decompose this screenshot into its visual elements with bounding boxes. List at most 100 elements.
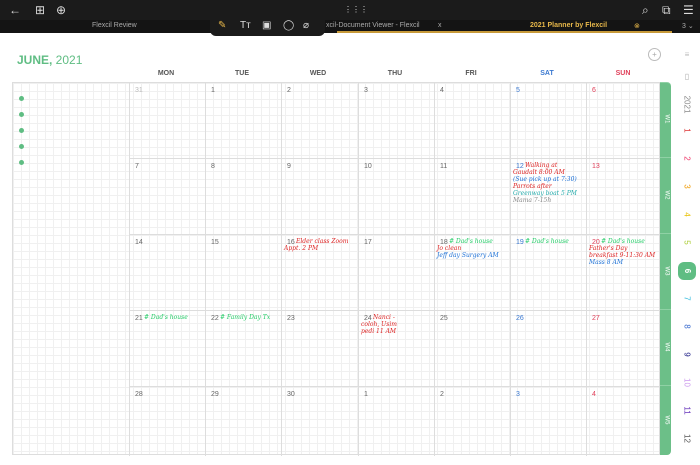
add-sticker-icon[interactable]: + (648, 48, 661, 61)
add-document-icon[interactable]: ⊕ (56, 3, 66, 17)
month-tab-10[interactable]: 10 (683, 374, 692, 392)
menu-icon[interactable]: ☰ (683, 3, 694, 17)
day-number: 25 (440, 315, 448, 322)
month-tab-9[interactable]: 9 (683, 346, 692, 364)
day-cell[interactable]: 12 Walking at Gaudalt 8:00 AM (Sue pick up … (510, 158, 586, 234)
day-number: 27 (592, 315, 600, 322)
day-cell[interactable]: 11 (434, 158, 510, 234)
day-cell[interactable]: 19 # Dad's house (510, 234, 586, 310)
day-cell[interactable]: 13 (586, 158, 661, 234)
lasso-icon[interactable]: ◯ (283, 20, 294, 31)
note-line: # Family Day Tx (220, 314, 271, 321)
tab-close-active-icon[interactable]: ⊗ (634, 22, 640, 30)
month-tab-8[interactable]: 8 (683, 318, 692, 336)
day-cell[interactable]: 8 (205, 158, 281, 234)
day-number: 11 (440, 163, 448, 170)
day-cell[interactable]: 3 (358, 83, 434, 158)
day-cell[interactable]: 16 Elder class Zoom Appt. 2 PM (281, 234, 358, 310)
note-line: Jo clean (437, 245, 462, 252)
day-cell[interactable]: 29 (205, 386, 281, 456)
day-number: 2 (287, 87, 291, 94)
bullet-dot (19, 96, 24, 101)
tab-count-dropdown[interactable]: 3 ⌄ (682, 22, 694, 30)
week-tab[interactable]: W5 (660, 385, 671, 455)
month-tab-7[interactable]: 7 (683, 290, 692, 308)
week-label: W1 (663, 114, 670, 124)
month-tab-2[interactable]: 2 (683, 150, 692, 168)
search-icon[interactable]: ⌕ (642, 3, 649, 18)
image-icon[interactable]: ▣ (262, 20, 271, 31)
day-cell[interactable]: 5 (510, 83, 586, 158)
month-tab-5[interactable]: 5 (683, 234, 692, 252)
split-view-icon[interactable]: ⧉ (662, 3, 671, 18)
handwritten-note[interactable]: Elder class Zoom Appt. 2 PM (284, 238, 348, 252)
month-tab-6[interactable]: 6 (678, 262, 696, 280)
month-tab-11[interactable]: 11 (683, 402, 692, 420)
page-icon[interactable]: ▯ (678, 72, 696, 81)
day-cell[interactable]: 1 (205, 83, 281, 158)
day-cell[interactable]: 31 (129, 83, 205, 158)
day-cell[interactable]: 27 (586, 310, 661, 386)
day-cell[interactable]: 2 (281, 83, 358, 158)
day-cell[interactable]: 21 # Dad's house (129, 310, 205, 386)
day-number: 21 (135, 315, 143, 322)
day-cell[interactable]: 26 (510, 310, 586, 386)
tab-close-icon[interactable]: x (438, 22, 442, 29)
day-cell[interactable]: 4 (434, 83, 510, 158)
month-tab-12[interactable]: 12 (683, 430, 692, 448)
eraser-icon[interactable]: ⌀ (303, 20, 309, 31)
week-tab[interactable]: W2 (660, 157, 671, 233)
day-cell[interactable]: 1 (358, 386, 434, 456)
tab-2021-planner[interactable]: 2021 Planner by Flexcil (530, 22, 607, 29)
year-label[interactable]: 2021 (683, 96, 692, 114)
note-line: Parrots after (513, 183, 552, 190)
sidebar-menu-icon[interactable]: ≡ (678, 50, 696, 59)
handwritten-note[interactable]: # Family Day Tx (220, 314, 270, 321)
bullet-dot (19, 144, 24, 149)
day-cell[interactable]: 22 # Family Day Tx (205, 310, 281, 386)
grid-icon[interactable]: ⊞ (35, 3, 45, 17)
month-tab-4[interactable]: 4 (683, 206, 692, 224)
week-tab[interactable]: W3 (660, 233, 671, 309)
month-tab-3[interactable]: 3 (683, 178, 692, 196)
bullet-dot (19, 112, 24, 117)
day-cell[interactable]: 4 (586, 386, 661, 456)
pen-icon[interactable]: ✎ (218, 20, 226, 31)
day-cell[interactable]: 7 (129, 158, 205, 234)
day-cell[interactable]: 14 (129, 234, 205, 310)
month-tab-1[interactable]: 1 (683, 122, 692, 140)
day-cell[interactable]: 28 (129, 386, 205, 456)
text-tool-icon[interactable]: Tт (240, 20, 251, 31)
tab-flexcil-review[interactable]: Flexcil Review (92, 22, 137, 29)
back-icon[interactable]: ← (9, 3, 21, 17)
week-tab[interactable]: W4 (660, 309, 671, 385)
day-cell[interactable]: 3 (510, 386, 586, 456)
note-line: Father's Day (589, 245, 628, 252)
day-cell[interactable]: 10 (358, 158, 434, 234)
note-line: Mama 7-15h (513, 197, 552, 204)
day-cell[interactable]: 2 (434, 386, 510, 456)
handwritten-note[interactable]: # Dad's house (144, 314, 188, 321)
tab-document-viewer[interactable]: xcil-Document Viewer - Flexcil (326, 22, 420, 29)
day-cell[interactable]: 23 (281, 310, 358, 386)
apps-icon[interactable]: ⋮⋮⋮ (344, 5, 368, 14)
handwritten-note[interactable]: Walking at Gaudalt 8:00 AM (Sue pick up at… (513, 162, 577, 204)
note-line: breakfast 9-11:30 AM (589, 252, 656, 259)
day-cell[interactable]: 6 (586, 83, 661, 158)
handwritten-note[interactable]: # Dad's house Jo clean Jeff day Surgery AM (437, 238, 499, 259)
day-cell[interactable]: 18 # Dad's house Jo clean Jeff day Surgery … (434, 234, 510, 310)
day-cell[interactable]: 24 Nanci - coloh, Usim pedi 11 AM (358, 310, 434, 386)
day-cell[interactable]: 25 (434, 310, 510, 386)
day-cell[interactable]: 15 (205, 234, 281, 310)
handwritten-note[interactable]: # Dad's house Father's Day breakfast 9-11:… (589, 238, 655, 266)
day-cell[interactable]: 17 (358, 234, 434, 310)
week-tab[interactable]: W1 (660, 82, 671, 157)
day-cell[interactable]: 9 (281, 158, 358, 234)
day-cell[interactable]: 30 (281, 386, 358, 456)
day-cell[interactable]: 20 # Dad's house Father's Day breakfast 9-1… (586, 234, 661, 310)
note-line: # Dad's house (449, 238, 493, 245)
day-number: 5 (516, 87, 520, 94)
handwritten-note[interactable]: Nanci - coloh, Usim pedi 11 AM (361, 314, 397, 335)
day-number: 22 (211, 315, 219, 322)
handwritten-note[interactable]: # Dad's house (525, 238, 569, 245)
